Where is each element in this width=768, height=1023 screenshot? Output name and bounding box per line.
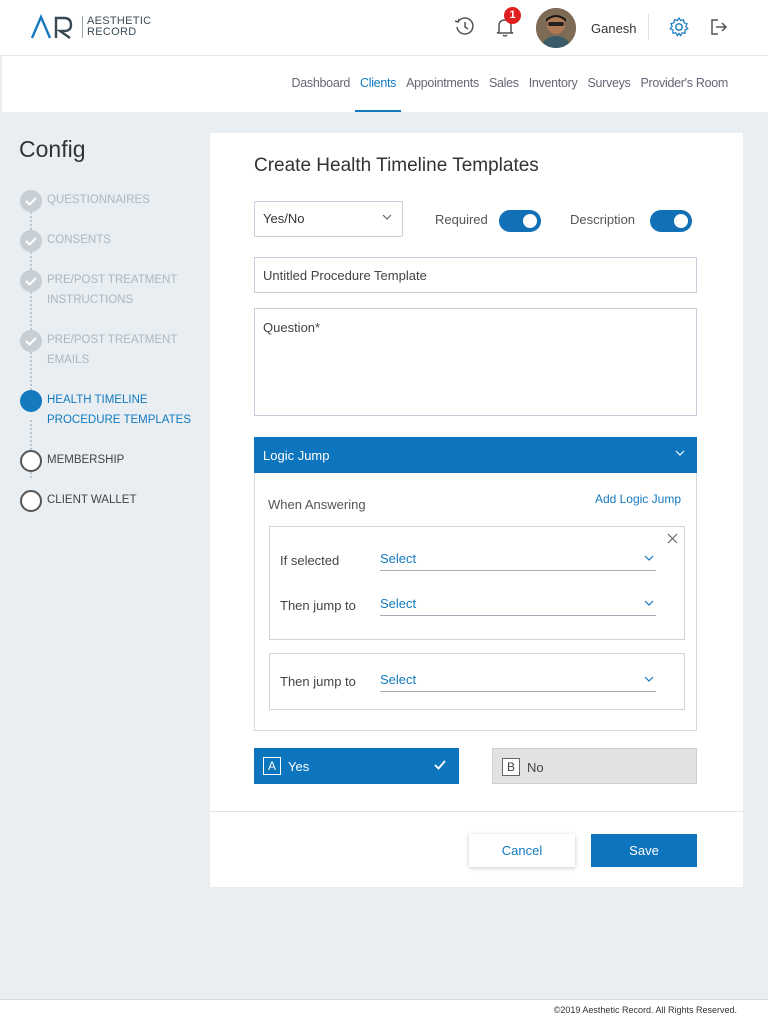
answer-option-no[interactable]: B No: [492, 748, 697, 784]
then-jump-to-select[interactable]: Select: [380, 596, 656, 616]
step-label: PRE/POST TREATMENT INSTRUCTIONS: [47, 274, 178, 306]
if-selected-label: If selected: [280, 553, 340, 568]
save-button[interactable]: Save: [591, 834, 697, 867]
then-jump-to-label: Then jump to: [280, 674, 356, 689]
answer-letter: A: [263, 757, 281, 775]
cancel-button[interactable]: Cancel: [469, 834, 575, 867]
chevron-down-icon: [644, 676, 654, 682]
nav-sales[interactable]: Sales: [484, 76, 524, 112]
logic-rule-box: If selected Select Then jump to Select: [269, 526, 685, 640]
history-clock-icon[interactable]: [454, 16, 476, 38]
close-icon[interactable]: [667, 533, 678, 544]
settings-gear-icon[interactable]: [668, 16, 690, 38]
step-label: MEMBERSHIP: [47, 454, 125, 466]
select-value: Select: [380, 672, 417, 687]
chevron-down-icon: [382, 214, 392, 220]
step-label: HEALTH TIMELINE PROCEDURE TEMPLATES: [47, 394, 191, 426]
description-label: Description: [570, 212, 636, 227]
default-jump-box: Then jump to Select: [269, 653, 685, 710]
question-textarea[interactable]: Question*: [254, 308, 697, 416]
if-selected-select[interactable]: Select: [380, 551, 656, 571]
step-label: CLIENT WALLET: [47, 494, 137, 506]
add-logic-jump-link[interactable]: Add Logic Jump: [595, 492, 681, 506]
template-form-card: Create Health Timeline Templates Yes/No …: [210, 133, 743, 887]
checkmark-icon: [434, 760, 446, 770]
page-title: Config: [19, 136, 86, 162]
logo-mark-icon: [30, 14, 73, 39]
logic-jump-panel: Logic Jump When Answering Add Logic Jump…: [254, 437, 697, 731]
form-title: Create Health Timeline Templates: [254, 155, 539, 176]
then-jump-to-label: Then jump to: [280, 598, 356, 613]
active-step-dot-icon: [20, 390, 42, 412]
step-label: QUESTIONNAIRES: [47, 194, 150, 206]
logo-text-line-2: RECORD: [87, 26, 137, 38]
nav-surveys[interactable]: Surveys: [582, 76, 635, 112]
logic-jump-header[interactable]: Logic Jump: [254, 437, 697, 473]
answer-option-yes[interactable]: A Yes: [254, 748, 459, 784]
aesthetic-record-logo[interactable]: AESTHETIC RECORD: [30, 14, 151, 40]
page-footer: ©2019 Aesthetic Record. All Rights Reser…: [0, 999, 768, 1023]
username[interactable]: Ganesh: [591, 21, 637, 36]
chevron-down-icon: [644, 555, 654, 561]
select-value: Select: [380, 551, 417, 566]
answer-letter: B: [502, 758, 520, 776]
logout-icon[interactable]: [708, 16, 730, 38]
step-label: CONSENTS: [47, 234, 111, 246]
empty-step-circle-icon: [20, 450, 42, 472]
nav-dashboard[interactable]: Dashboard: [287, 76, 355, 112]
chevron-down-icon: [644, 600, 654, 606]
when-answering-label: When Answering: [268, 497, 366, 512]
select-value: Select: [380, 596, 417, 611]
question-type-select[interactable]: Yes/No: [254, 201, 403, 237]
main-navigation-bar: Dashboard Clients Appointments Sales Inv…: [2, 56, 768, 112]
question-type-value: Yes/No: [263, 211, 305, 226]
chevron-down-icon: [675, 450, 685, 456]
check-circle-icon: [20, 230, 42, 252]
copyright-text: ©2019 Aesthetic Record. All Rights Reser…: [553, 1005, 737, 1015]
check-circle-icon: [20, 330, 42, 352]
main-nav: Dashboard Clients Appointments Sales Inv…: [287, 76, 733, 112]
header-divider: [648, 14, 649, 40]
nav-clients[interactable]: Clients: [354, 76, 402, 112]
answer-text: No: [527, 760, 544, 775]
default-jump-select[interactable]: Select: [380, 672, 656, 692]
description-toggle[interactable]: [650, 210, 692, 232]
empty-step-circle-icon: [20, 490, 42, 512]
top-header: AESTHETIC RECORD 1 Ganesh: [0, 0, 768, 56]
nav-providers-room[interactable]: Provider's Room: [636, 76, 734, 112]
template-name-input[interactable]: Untitled Procedure Template: [254, 257, 697, 293]
notification-count-badge: 1: [504, 7, 521, 24]
avatar-portrait-icon: [536, 8, 576, 48]
step-label: PRE/POST TREATMENT EMAILS: [47, 334, 178, 366]
nav-inventory[interactable]: Inventory: [524, 76, 583, 112]
user-avatar[interactable]: [536, 8, 576, 48]
required-toggle[interactable]: [499, 210, 541, 232]
check-circle-icon: [20, 190, 42, 212]
logo-text: AESTHETIC RECORD: [82, 16, 151, 38]
card-divider: [210, 811, 743, 812]
check-circle-icon: [20, 270, 42, 292]
required-label: Required: [435, 212, 488, 227]
logic-jump-title: Logic Jump: [263, 448, 330, 463]
answer-text: Yes: [288, 759, 310, 774]
nav-appointments[interactable]: Appointments: [401, 76, 484, 112]
